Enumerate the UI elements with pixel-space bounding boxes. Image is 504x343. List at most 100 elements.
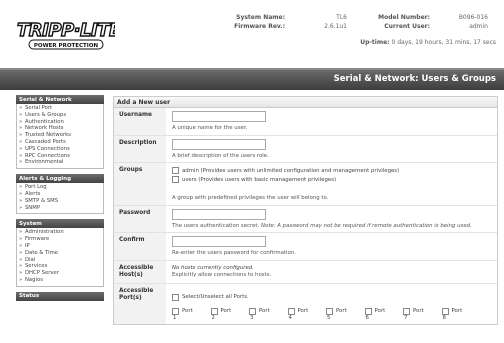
sidebar-item-label: IP <box>24 242 30 249</box>
port-option: Port 7 <box>403 307 442 321</box>
sidebar-item-users-groups[interactable]: » Users & Groups <box>19 112 101 119</box>
username-input[interactable] <box>172 111 266 122</box>
sidebar-item-authentication[interactable]: » Authentication <box>19 119 101 126</box>
description-hint: A brief description of the users role. <box>172 152 269 159</box>
section-title: Add a New user <box>114 97 497 108</box>
username-label: Username <box>114 108 166 135</box>
title-bar: Serial & Network: Users & Groups <box>0 68 504 90</box>
port-label: Port <box>259 308 270 314</box>
port-checkbox[interactable] <box>364 307 372 315</box>
port-checkbox-list: Port 1 Port 2 Port 3 Port 4 Port 5 Port 6 Port… <box>172 307 491 321</box>
password-hint-text: The users authentication secret. <box>172 222 260 229</box>
sidebar-item-label: Port Log <box>24 184 47 191</box>
port-checkbox[interactable] <box>249 307 256 315</box>
users-group-checkbox[interactable] <box>172 176 179 183</box>
sidebar-item-dhcp-server[interactable]: » DHCP Server <box>19 270 101 277</box>
password-input[interactable] <box>172 208 266 220</box>
sidebar-item-label: Dial <box>24 256 36 263</box>
sidebar-item-ip[interactable]: » IP <box>19 243 101 250</box>
model-info: Model Number: B096-016 Current User: admin <box>350 14 488 31</box>
sidebar-item-cascaded-ports[interactable]: » Cascaded Ports <box>19 139 101 146</box>
sidebar-item-label: Services <box>24 263 48 270</box>
system-name-value: TL6 <box>336 14 347 21</box>
port-option: Port 3 <box>249 307 288 321</box>
confirm-label: Confirm <box>114 233 166 260</box>
confirm-password-input[interactable] <box>172 236 266 247</box>
nav-group-status: Status <box>16 291 104 301</box>
sidebar-item-label: Trusted Networks <box>24 132 71 139</box>
port-checkbox[interactable] <box>326 307 333 315</box>
password-label: Password <box>114 205 166 232</box>
port-number: 4 <box>288 314 292 321</box>
sidebar-item-environmental[interactable]: » Environmental <box>19 159 101 166</box>
sidebar-item-label: RPC Connections <box>24 152 70 159</box>
system-name-label: System Name: <box>236 14 285 21</box>
uptime-label: Up-time: <box>360 39 390 46</box>
page-title: Serial & Network: Users & Groups <box>333 74 496 84</box>
current-user-value: admin <box>469 22 488 30</box>
model-label: Model Number: <box>378 14 430 21</box>
nav-group-title: Alerts & Logging <box>16 174 104 184</box>
port-number: 3 <box>250 314 254 321</box>
firmware-value: 2.6.1u1 <box>324 22 347 30</box>
select-all-ports-checkbox[interactable] <box>172 293 179 301</box>
sidebar-item-label: Administration <box>24 229 64 236</box>
sidebar-item-label: Network Hosts <box>24 125 64 132</box>
port-option: Port 2 <box>210 307 250 321</box>
sidebar-item-label: Date & Time <box>24 249 59 256</box>
sidebar-item-dial[interactable]: » Dial <box>19 257 101 264</box>
username-row: Username A unique name for the user. <box>114 108 497 136</box>
sidebar-item-snmp[interactable]: » SNMP <box>19 205 101 212</box>
accessible-hosts-row: Accessible Host(s) No hosts currently co… <box>114 260 497 284</box>
add-user-form: Add a New user Username A unique name fo… <box>113 96 498 325</box>
port-number: 1 <box>173 314 177 321</box>
group-option-users: users (Provides users with basic managem… <box>172 175 491 184</box>
port-option: Port 4 <box>287 307 327 321</box>
sidebar-item-ups-connections[interactable]: » UPS Connections <box>19 146 101 153</box>
accessible-ports-row: Accessible Port(s) Select/Unselect all P… <box>114 283 497 324</box>
description-label: Description <box>114 135 166 162</box>
sidebar-item-label: UPS Connections <box>24 145 70 152</box>
port-number: 7 <box>404 314 408 321</box>
sidebar-item-label: Alerts <box>24 190 41 197</box>
sidebar-item-rpc-connections[interactable]: » RPC Connections <box>19 153 101 160</box>
sidebar-item-trusted-networks[interactable]: » Trusted Networks <box>19 132 101 139</box>
sidebar-item-label: Nagios <box>24 276 43 283</box>
password-hint: The users authentication secret. Note: A… <box>172 223 491 230</box>
groups-label: Groups <box>114 163 166 205</box>
port-label: Port <box>374 308 386 314</box>
confirm-row: Confirm Re-enter the users password for … <box>114 233 497 261</box>
sidebar-item-label: Users & Groups <box>24 111 67 118</box>
port-label: Port <box>413 308 424 314</box>
svg-text:POWER PROTECTION: POWER PROTECTION <box>34 43 99 49</box>
sidebar-item-services[interactable]: » Services <box>19 263 101 270</box>
admin-group-label: admin (Provides users with unlimited con… <box>182 167 400 174</box>
sidebar-item-date-time[interactable]: » Date & Time <box>19 250 101 257</box>
sidebar-item-administration[interactable]: » Administration <box>19 229 101 236</box>
accessible-hosts-label: Accessible Host(s) <box>114 260 166 283</box>
sidebar-item-port-log[interactable]: » Port Log <box>19 184 101 191</box>
description-input[interactable] <box>172 138 266 150</box>
sidebar-item-serial-port[interactable]: » Serial Port <box>19 105 101 112</box>
description-row: Description A brief description of the u… <box>114 135 497 163</box>
nav-group-title: System <box>16 219 104 229</box>
port-number: 6 <box>365 314 369 321</box>
sidebar-item-alerts[interactable]: » Alerts <box>19 191 101 198</box>
sidebar-item-firmware[interactable]: » Firmware <box>19 236 101 243</box>
port-checkbox[interactable] <box>172 307 179 315</box>
port-checkbox[interactable] <box>441 307 449 315</box>
group-option-admin: admin (Provides users with unlimited con… <box>172 166 491 175</box>
tripp-lite-logo: TRIPP·LITE POWER PROTECTION <box>16 19 115 50</box>
admin-group-checkbox[interactable] <box>172 167 179 174</box>
port-number: 5 <box>327 314 331 321</box>
sidebar-item-label: SNMP <box>24 204 41 211</box>
sidebar-item-label: Authentication <box>24 118 64 125</box>
port-checkbox[interactable] <box>210 307 218 315</box>
port-checkbox[interactable] <box>403 307 410 315</box>
sidebar-item-nagios[interactable]: » Nagios <box>19 277 101 284</box>
sidebar-item-network-hosts[interactable]: » Network Hosts <box>19 125 101 132</box>
password-row: Password The users authentication secret… <box>114 205 497 233</box>
sidebar-item-smtp-sms[interactable]: » SMTP & SMS <box>19 198 101 205</box>
port-option: Port 8 <box>441 307 481 321</box>
port-checkbox[interactable] <box>287 307 295 315</box>
